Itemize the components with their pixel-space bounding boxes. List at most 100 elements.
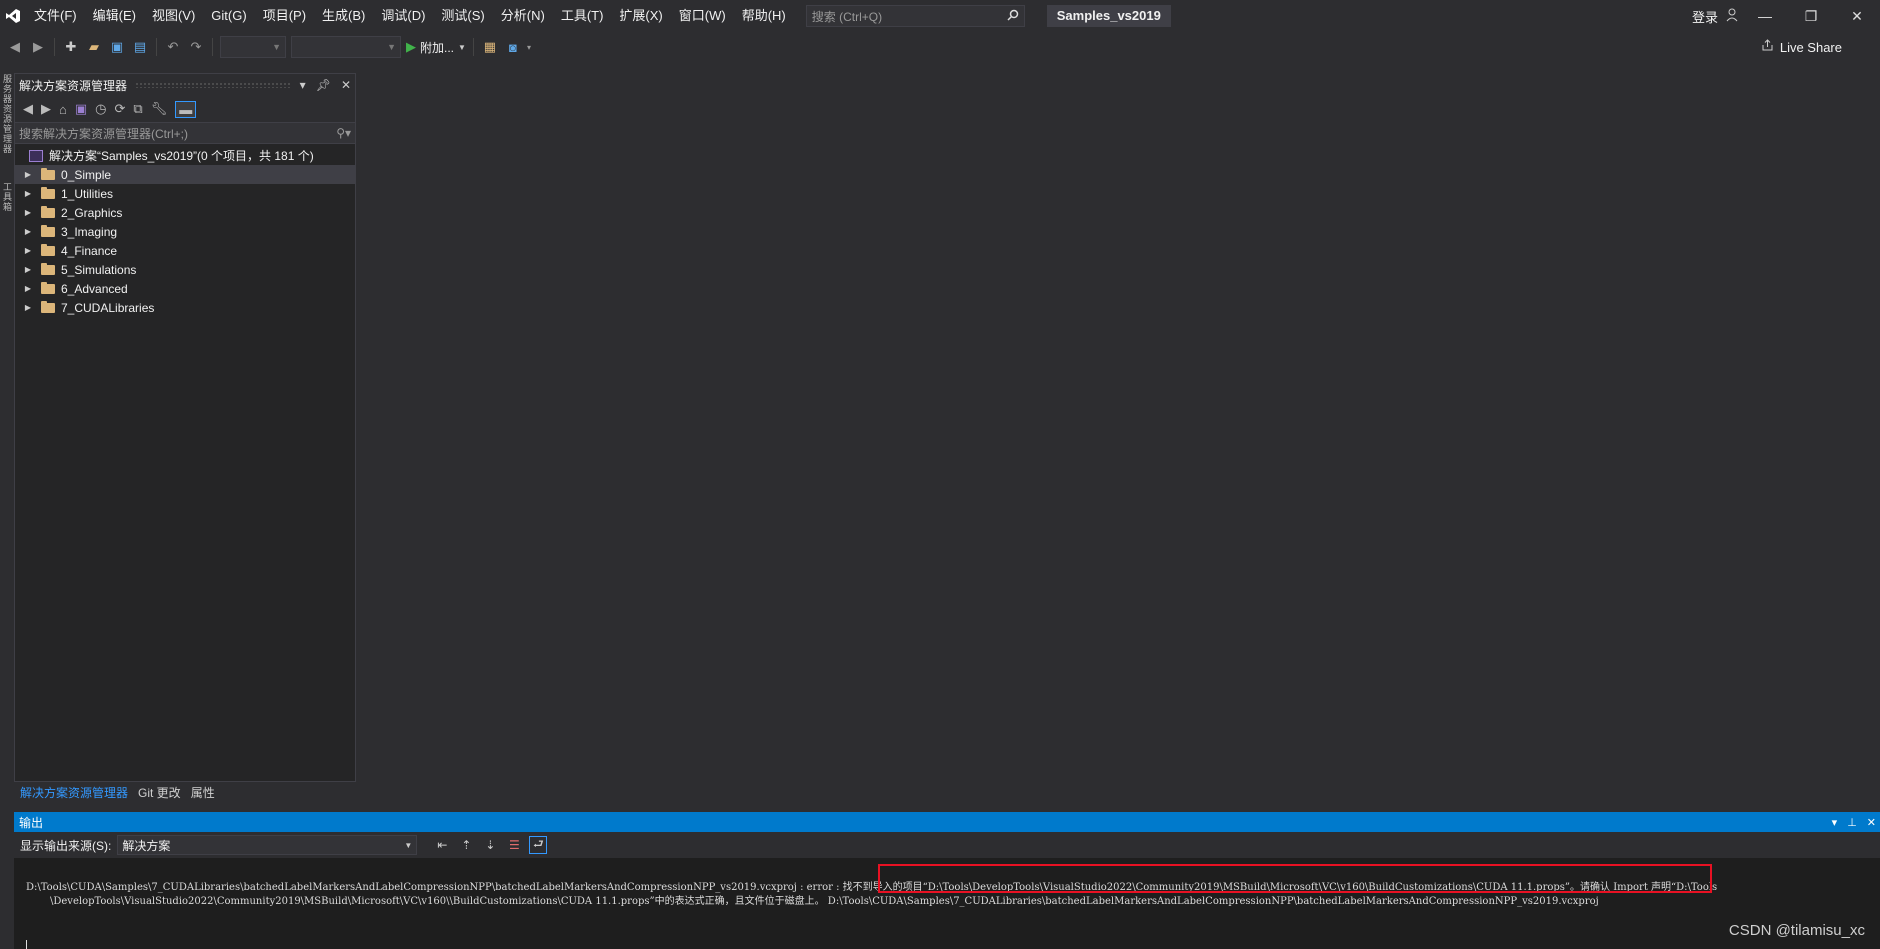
menu-git[interactable]: Git(G): [203, 0, 254, 32]
pending-changes-filter-icon[interactable]: ◷: [95, 101, 106, 117]
close-panel-icon[interactable]: ✕: [1867, 816, 1876, 829]
menu-edit[interactable]: 编辑(E): [85, 0, 144, 32]
undo-icon[interactable]: ↶: [164, 38, 182, 56]
toolbar-separator: [156, 38, 157, 56]
next-message-icon[interactable]: ⇣: [481, 836, 499, 854]
menu-build[interactable]: 生成(B): [314, 0, 373, 32]
tree-folder-6-advanced[interactable]: ▶ 6_Advanced: [15, 279, 355, 298]
panel-grip[interactable]: [135, 82, 292, 88]
search-icon[interactable]: ⚲▾: [336, 126, 351, 140]
screenshot-icon[interactable]: ◙: [504, 38, 522, 56]
expand-arrow-icon[interactable]: ▶: [15, 208, 35, 217]
toolbar-separator: [54, 38, 55, 56]
tree-folder-1-utilities[interactable]: ▶ 1_Utilities: [15, 184, 355, 203]
watermark: CSDN @tilamisu_xc: [1728, 922, 1865, 939]
forward-icon[interactable]: ▶: [29, 38, 47, 56]
back-icon[interactable]: ◀: [6, 38, 24, 56]
expand-arrow-icon[interactable]: ▶: [15, 227, 35, 236]
menu-project[interactable]: 项目(P): [255, 0, 314, 32]
platform-dropdown[interactable]: ▼: [291, 36, 401, 58]
previous-message-icon[interactable]: ⇡: [457, 836, 475, 854]
back-icon[interactable]: ◀: [23, 101, 33, 117]
solution-name-badge: Samples_vs2019: [1046, 5, 1171, 27]
solution-explorer-search-input[interactable]: 搜索解决方案资源管理器(Ctrl+;) ⚲▾: [15, 122, 355, 144]
server-explorer-tab[interactable]: 服务器资源管理器: [1, 74, 14, 154]
output-source-select[interactable]: 解决方案 ▼: [117, 835, 418, 855]
close-window-icon[interactable]: ✕: [1834, 0, 1880, 32]
collapse-all-icon[interactable]: ⧉: [133, 101, 142, 117]
expand-arrow-icon[interactable]: ▶: [15, 303, 35, 312]
tree-folder-5-simulations[interactable]: ▶ 5_Simulations: [15, 260, 355, 279]
restore-icon[interactable]: ❐: [1788, 0, 1834, 32]
new-project-icon[interactable]: ✚: [62, 38, 80, 56]
tree-folder-2-graphics[interactable]: ▶ 2_Graphics: [15, 203, 355, 222]
window-position-chevron-icon[interactable]: ▾: [300, 78, 306, 92]
pin-icon[interactable]: ⊥: [1847, 816, 1857, 829]
menu-test[interactable]: 测试(S): [433, 0, 492, 32]
save-all-icon[interactable]: ▤: [131, 38, 149, 56]
text-caret: [26, 940, 27, 949]
folder-icon: [41, 262, 55, 275]
menu-view[interactable]: 视图(V): [144, 0, 203, 32]
redo-icon[interactable]: ↷: [187, 38, 205, 56]
configuration-dropdown[interactable]: ▼: [220, 36, 286, 58]
attach-button[interactable]: ▶ 附加... ▼: [406, 39, 466, 56]
tree-folder-3-imaging[interactable]: ▶ 3_Imaging: [15, 222, 355, 241]
expand-arrow-icon[interactable]: ▶: [15, 246, 35, 255]
live-share-button[interactable]: Live Share: [1761, 32, 1842, 62]
toolbox-tab[interactable]: 工具箱: [1, 182, 14, 212]
expand-arrow-icon[interactable]: ▶: [15, 284, 35, 293]
toolbar-overflow-icon[interactable]: ▾: [527, 43, 531, 52]
forward-icon[interactable]: ▶: [41, 101, 51, 117]
sync-icon[interactable]: ⟳: [115, 101, 126, 117]
solution-tree: 解决方案“Samples_vs2019”(0 个项目，共 181 个) ▶ 0_…: [15, 144, 355, 317]
solution-explorer-title: 解决方案资源管理器: [19, 78, 128, 93]
preview-selected-icon[interactable]: ▬: [175, 100, 197, 118]
menu-window[interactable]: 窗口(W): [671, 0, 734, 32]
clear-all-icon[interactable]: ☰: [505, 836, 523, 854]
home-icon[interactable]: ⌂: [59, 102, 67, 117]
close-panel-icon[interactable]: ✕: [341, 78, 351, 92]
pin-icon[interactable]: 📌︎: [316, 78, 331, 92]
tab-git-changes[interactable]: Git 更改: [138, 784, 181, 801]
tree-folder-7-cudalibraries[interactable]: ▶ 7_CUDALibraries: [15, 298, 355, 317]
output-text-area[interactable]: D:\Tools\CUDA\Samples\7_CUDALibraries\ba…: [14, 858, 1880, 949]
output-title: 输出: [19, 815, 44, 830]
toolbar-separator: [212, 38, 213, 56]
solution-root-node[interactable]: 解决方案“Samples_vs2019”(0 个项目，共 181 个): [15, 146, 355, 165]
menu-debug[interactable]: 调试(D): [373, 0, 433, 32]
toggle-word-wrap-icon[interactable]: ⮐: [529, 836, 548, 854]
visual-studio-logo-icon[interactable]: [0, 0, 26, 32]
folder-icon: [41, 186, 55, 199]
expand-arrow-icon[interactable]: ▶: [15, 189, 35, 198]
tree-folder-4-finance[interactable]: ▶ 4_Finance: [15, 241, 355, 260]
save-icon[interactable]: ▣: [108, 38, 126, 56]
switch-views-icon[interactable]: ▣: [75, 101, 87, 117]
tree-folder-0-simple[interactable]: ▶ 0_Simple: [15, 165, 355, 184]
tab-solution-explorer[interactable]: 解决方案资源管理器: [20, 784, 128, 801]
search-input[interactable]: 搜索 (Ctrl+Q): [805, 5, 1025, 27]
open-folder-icon[interactable]: ▰: [85, 38, 103, 56]
minimize-icon[interactable]: —: [1742, 0, 1788, 32]
account-icon[interactable]: [1726, 8, 1740, 25]
properties-wrench-icon[interactable]: 🔧︎: [151, 101, 168, 117]
menu-help[interactable]: 帮助(H): [734, 0, 794, 32]
login-label[interactable]: 登录: [1692, 7, 1718, 26]
tab-properties[interactable]: 属性: [191, 784, 215, 801]
folder-icon: [41, 281, 55, 294]
expand-arrow-icon[interactable]: ▶: [15, 170, 35, 179]
login-area[interactable]: 登录: [1692, 0, 1740, 32]
search-icon: [1007, 9, 1019, 24]
menu-extensions[interactable]: 扩展(X): [611, 0, 670, 32]
folder-icon: [41, 243, 55, 256]
chevron-down-icon: ▼: [404, 840, 413, 850]
menu-analyze[interactable]: 分析(N): [493, 0, 553, 32]
solution-icon: [29, 149, 43, 162]
window-position-chevron-icon[interactable]: ▾: [1832, 816, 1838, 829]
find-in-files-icon[interactable]: ▦: [481, 38, 499, 56]
menu-tools[interactable]: 工具(T): [553, 0, 612, 32]
menu-file[interactable]: 文件(F): [26, 0, 85, 32]
visual-studio-window: 文件(F) 编辑(E) 视图(V) Git(G) 项目(P) 生成(B) 调试(…: [0, 0, 1880, 949]
expand-arrow-icon[interactable]: ▶: [15, 265, 35, 274]
find-message-icon[interactable]: ⇤: [433, 836, 451, 854]
